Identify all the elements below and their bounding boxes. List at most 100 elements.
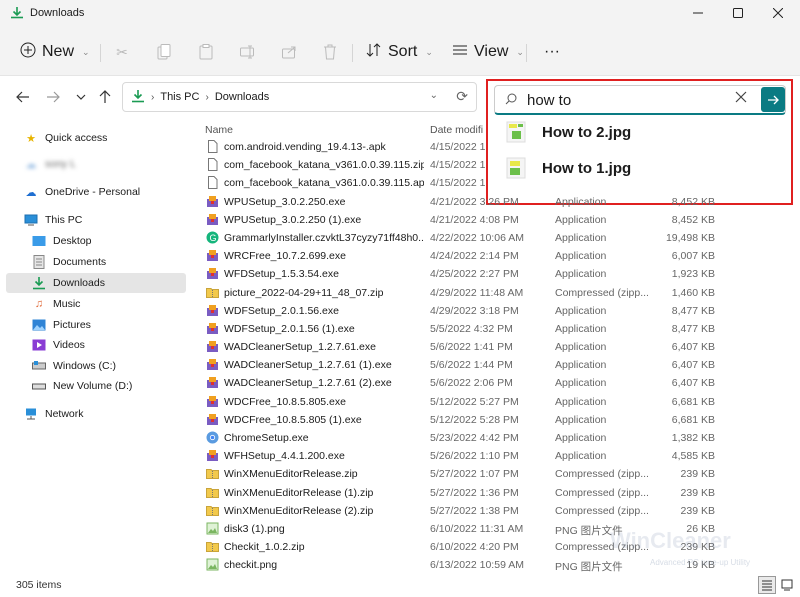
file-date: 5/23/2022 4:42 PM [430,432,519,444]
breadcrumb-separator-icon: › [151,91,155,103]
file-date: 4/25/2022 2:27 PM [430,268,519,281]
clear-search-icon[interactable] [735,90,747,108]
pc-icon [24,213,38,227]
file-row[interactable]: WDFSetup_2.0.1.56.exe 4/29/2022 3:18 PM Ap… [200,302,800,320]
png-file-icon [206,558,219,571]
sort-button[interactable]: Sort ⌄ [366,38,433,66]
file-row[interactable]: WinXMenuEditorRelease (2).zip 5/27/2022 1… [200,502,800,520]
file-row[interactable]: WinXMenuEditorRelease.zip 5/27/2022 1:07 … [200,465,800,483]
search-go-button[interactable] [761,87,785,112]
grammarly-file-icon: G [206,231,219,244]
toolbar-divider [352,44,353,62]
refresh-icon[interactable]: ⟳ [456,88,468,105]
sidebar-item-pictures[interactable]: Pictures [32,315,184,335]
address-bar[interactable]: › This PC › Downloads ⌄ ⟳ [122,82,477,112]
sidebar-item-downloads[interactable]: Downloads [6,273,186,293]
file-row[interactable]: com_facebook_katana_v361.0.0.39.115.zip 4… [200,156,800,174]
sidebar-item-network[interactable]: Network [24,404,184,424]
music-icon: ♫ [34,298,44,310]
back-arrow-icon[interactable] [12,86,34,108]
sidebar-item-onedrive[interactable]: ☁ OneDrive - Personal [24,182,184,202]
details-view-icon[interactable] [758,576,776,594]
file-size: 6,681 KB [671,413,715,426]
file-row[interactable]: WinXMenuEditorRelease (1).zip 5/27/2022 1… [200,484,800,502]
column-header-date[interactable]: Date modifi [430,124,483,136]
paste-icon[interactable] [196,42,216,62]
file-size: 6,681 KB [671,395,715,408]
pictures-icon [32,318,46,332]
file-date: 6/10/2022 4:20 PM [430,541,519,554]
rename-icon[interactable] [238,42,258,62]
file-row[interactable]: picture_2022-04-29+11_48_07.zip 4/29/2022… [200,284,800,302]
file-row[interactable]: WPUSetup_3.0.2.250.exe 4/21/2022 3:26 PM A… [200,193,800,211]
search-input[interactable] [527,90,727,110]
sidebar-item-videos[interactable]: Videos [32,335,184,355]
address-history-chevron-icon[interactable]: ⌄ [430,90,438,101]
large-icons-view-icon[interactable] [778,576,796,594]
file-row[interactable]: WFHSetup_4.4.1.200.exe 5/26/2022 1:10 PM A… [200,447,800,465]
file-size: 1,460 KB [671,286,715,299]
more-label: ··· [544,43,560,60]
cut-icon[interactable]: ✂ [112,42,132,62]
file-date: 4/15/2022 1 [430,141,486,153]
maximize-button[interactable] [720,0,756,26]
file-row[interactable]: WADCleanerSetup_1.2.7.61.exe 5/6/2022 1:4… [200,338,800,356]
column-header-name[interactable]: Name [205,124,233,136]
sidebar-item-music[interactable]: ♫ Music [32,294,184,314]
file-row[interactable]: ChromeSetup.exe 5/23/2022 4:42 PM Applicat… [200,429,800,447]
item-count: 305 items [16,579,62,591]
file-row[interactable]: WPUSetup_3.0.2.250 (1).exe 4/21/2022 4:08… [200,211,800,229]
forward-arrow-icon[interactable] [42,86,64,108]
sidebar-item-this-pc[interactable]: This PC [24,210,184,230]
desktop-icon [32,234,46,248]
file-size: 8,477 KB [671,304,715,317]
sidebar-item-quick-access[interactable]: ★ Quick access [24,128,184,148]
file-row[interactable]: WDCFree_10.8.5.805 (1).exe 5/12/2022 5:28… [200,411,800,429]
file-name: WinXMenuEditorRelease (1).zip [224,486,374,499]
delete-icon[interactable] [320,42,340,62]
search-box[interactable] [494,85,786,115]
close-button[interactable] [760,0,796,26]
network-icon [24,407,38,421]
file-row[interactable]: com.android.vending_19.4.13-.apk 4/15/202… [200,138,800,156]
file-file-icon [206,176,219,190]
file-type: Application [555,377,607,390]
up-arrow-icon[interactable] [94,86,116,108]
file-row[interactable]: com_facebook_katana_v361.0.0.39.115.apk 4… [200,174,800,192]
file-row[interactable]: WRCFree_10.7.2.699.exe 4/24/2022 2:14 PM A… [200,247,800,265]
sidebar-item-desktop[interactable]: Desktop [32,231,184,251]
file-row[interactable]: WADCleanerSetup_1.2.7.61 (1).exe 5/6/2022… [200,356,800,374]
file-date: 5/5/2022 4:32 PM [430,322,513,335]
downloads-icon [32,276,46,290]
file-name: GrammarlyInstaller.czvktL37cyzy71ff48h0.… [224,231,424,244]
recent-chevron-icon[interactable] [70,86,92,108]
new-button[interactable]: New ⌄ [20,38,90,66]
file-row[interactable]: WDCFree_10.8.5.805.exe 5/12/2022 5:27 PM A… [200,393,800,411]
copy-icon[interactable] [154,42,174,62]
file-name: WDCFree_10.8.5.805 (1).exe [224,413,362,426]
sidebar-item-windows-c[interactable]: Windows (C:) [32,356,184,376]
file-name: checkit.png [224,559,278,572]
chevron-down-icon: ⌄ [82,46,90,57]
zip-file-icon [206,486,219,499]
new-label: New [42,43,75,60]
file-size: 239 KB [680,486,715,499]
file-name: WDCFree_10.8.5.805.exe [224,395,346,408]
breadcrumb-downloads[interactable]: Downloads [215,91,269,103]
sidebar-item-new-volume-d[interactable]: New Volume (D:) [32,376,184,396]
more-options-button[interactable]: ··· [544,38,560,66]
file-row[interactable]: G GrammarlyInstaller.czvktL37cyzy71ff48h0… [200,229,800,247]
share-icon[interactable] [280,42,300,62]
view-button[interactable]: View ⌄ [452,38,524,66]
svg-text:G: G [210,233,217,243]
breadcrumb-this-pc[interactable]: This PC [160,91,199,103]
file-row[interactable]: WDFSetup_2.0.1.56 (1).exe 5/5/2022 4:32 P… [200,320,800,338]
videos-icon [32,338,46,352]
file-row[interactable]: WADCleanerSetup_1.2.7.61 (2).exe 5/6/2022… [200,374,800,392]
file-row[interactable]: WFDSetup_1.5.3.54.exe 4/25/2022 2:27 PM Ap… [200,265,800,283]
sidebar-item-documents[interactable]: Documents [32,252,184,272]
minimize-button[interactable] [680,0,716,26]
file-type: Compressed (zipp... [555,286,649,299]
sidebar-item-account[interactable]: ☁ sony L [24,154,184,174]
setup-file-icon [206,304,219,317]
